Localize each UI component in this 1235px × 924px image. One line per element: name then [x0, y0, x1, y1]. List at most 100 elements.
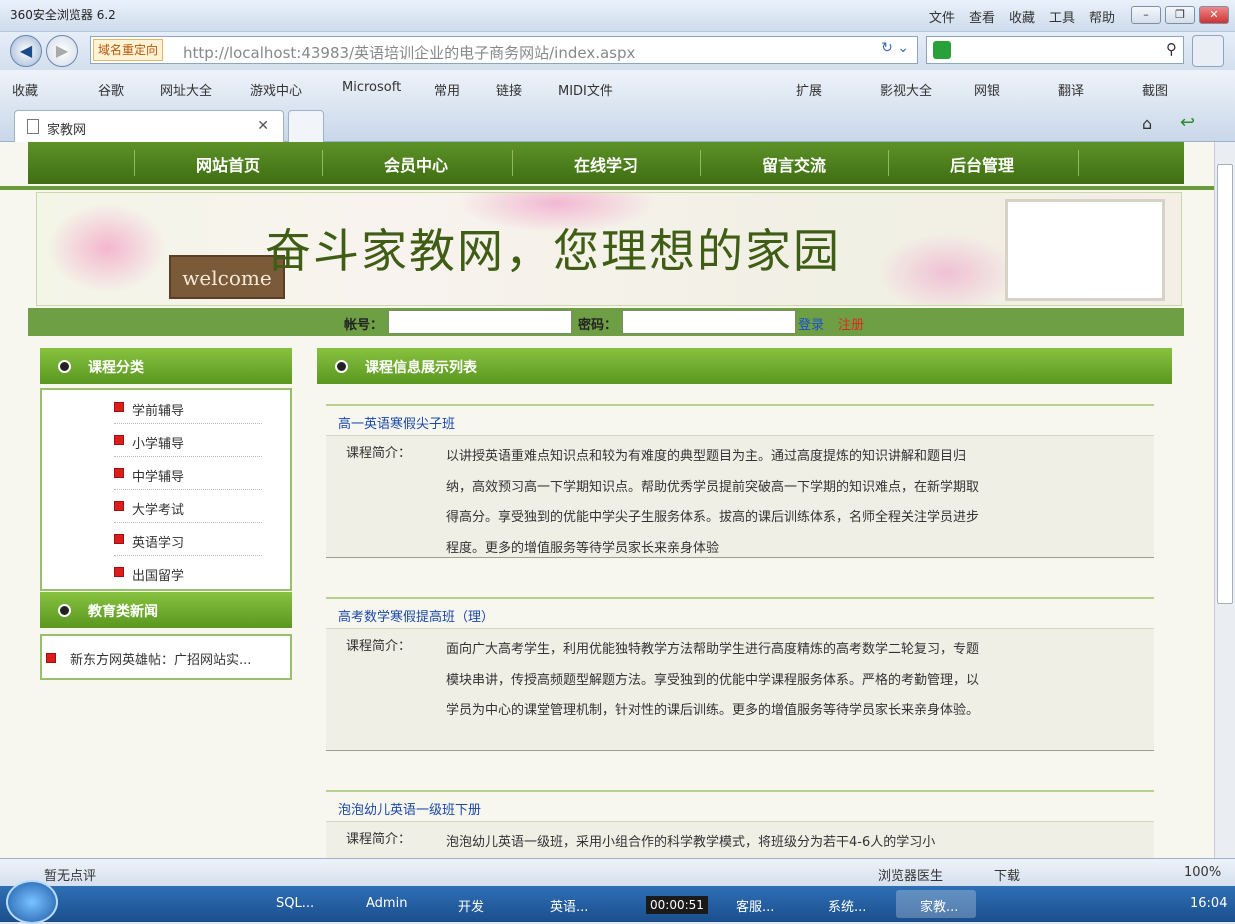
favorite-microsoft[interactable]: Microsoft	[342, 80, 401, 95]
scrollbar-thumb[interactable]	[1217, 164, 1233, 604]
menu-help[interactable]: 帮助	[1089, 7, 1115, 26]
home-icon[interactable]: ⌂	[1142, 114, 1152, 133]
course-title-link[interactable]: 泡泡幼儿英语一级班下册	[338, 799, 481, 818]
user-avatar-icon[interactable]	[1192, 35, 1224, 67]
favorite-game-center[interactable]: 游戏中心	[250, 80, 302, 99]
news-header: 教育类新闻	[40, 592, 292, 628]
password-input[interactable]	[622, 310, 796, 334]
red-square-icon	[114, 501, 124, 511]
search-icon[interactable]: ⚲	[1166, 40, 1177, 58]
favorites-collection[interactable]: 收藏	[12, 80, 38, 99]
category-title: 课程分类	[88, 360, 144, 376]
taskbar-english[interactable]: 英语...	[550, 896, 588, 915]
category-label[interactable]: 中学辅导	[132, 466, 184, 485]
taskbar-sql[interactable]: SQL...	[276, 896, 314, 911]
toolbar-bank[interactable]: 网银	[974, 80, 1000, 99]
register-link[interactable]: 注册	[838, 314, 864, 333]
url-text[interactable]: http://localhost:43983/英语培训企业的电子商务网站/ind…	[183, 42, 635, 63]
close-tab-icon[interactable]: ✕	[257, 118, 269, 134]
taskbar-system[interactable]: 系统...	[828, 896, 866, 915]
close-window-button[interactable]: ✕	[1199, 6, 1229, 24]
recording-timer: 00:00:51	[646, 896, 708, 914]
browser-doctor[interactable]: 浏览器医生	[878, 865, 943, 884]
course-desc-text: 以讲授英语重难点知识点和较为有难度的典型题目为主。通过高度提炼的知识讲解和题目归…	[446, 449, 980, 556]
category-label[interactable]: 大学考试	[132, 499, 184, 518]
menu-tools[interactable]: 工具	[1049, 7, 1075, 26]
course-desc-text: 泡泡幼儿英语一级班，采用小组合作的科学教学模式，将班级分为若干4-6人的学习小	[446, 835, 936, 850]
nav-online-learning[interactable]: 在线学习	[512, 152, 700, 176]
course-title-link[interactable]: 高一英语寒假尖子班	[338, 413, 455, 432]
flower-decoration	[47, 203, 167, 293]
favorite-links[interactable]: 链接	[496, 80, 522, 99]
page-scrollbar[interactable]	[1214, 142, 1235, 858]
login-link[interactable]: 登录	[798, 314, 824, 333]
nav-admin[interactable]: 后台管理	[888, 152, 1076, 176]
search-engine-icon[interactable]	[933, 41, 951, 59]
address-toolbar: ◀ ▶ 域名重定向 http://localhost:43983/英语培训企业的…	[0, 32, 1235, 70]
category-item[interactable]: 出国留学	[114, 557, 262, 589]
category-label[interactable]: 学前辅导	[132, 400, 184, 419]
intro-label: 课程简介：	[346, 832, 412, 847]
category-item[interactable]: 大学考试	[114, 491, 262, 523]
category-list: 学前辅导 小学辅导 中学辅导 大学考试 英语学习 出国留学	[40, 388, 292, 591]
minimize-button[interactable]: –	[1131, 6, 1161, 24]
category-item[interactable]: 学前辅导	[114, 392, 262, 424]
toolbar-extensions[interactable]: 扩展	[796, 80, 822, 99]
category-item[interactable]: 中学辅导	[114, 458, 262, 490]
comment-status[interactable]: 暂无点评	[44, 865, 96, 884]
category-item[interactable]: 英语学习	[114, 524, 262, 556]
taskbar-jiajiao[interactable]: 家教...	[920, 896, 958, 915]
nav-message-board[interactable]: 留言交流	[700, 152, 888, 176]
favorite-midi[interactable]: MIDI文件	[558, 80, 613, 99]
window-controls: – ❐ ✕	[1131, 6, 1229, 24]
favorite-google[interactable]: 谷歌	[98, 80, 124, 99]
news-item[interactable]: 新东方网英雄帖：广招网站实...	[70, 649, 251, 668]
menu-file[interactable]: 文件	[929, 7, 955, 26]
course-title-row: 高一英语寒假尖子班	[326, 404, 1154, 436]
red-square-icon	[114, 534, 124, 544]
category-label[interactable]: 出国留学	[132, 565, 184, 584]
toolbar-screenshot[interactable]: 截图	[1142, 80, 1168, 99]
maximize-button[interactable]: ❐	[1165, 6, 1195, 24]
menu-view[interactable]: 查看	[969, 7, 995, 26]
toolbar-video[interactable]: 影视大全	[880, 80, 932, 99]
start-button[interactable]	[6, 880, 58, 924]
nav-home[interactable]: 网站首页	[134, 152, 322, 176]
toolbar-translate[interactable]: 翻译	[1058, 80, 1084, 99]
favorites-bar: 收藏 谷歌 网址大全 游戏中心 Microsoft 常用 链接 MIDI文件 扩…	[0, 70, 1235, 106]
browser-menu-bar: 文件 查看 收藏 工具 帮助	[929, 7, 1115, 26]
new-tab-button[interactable]	[288, 110, 324, 142]
banner-slogan: 奋斗家教网，您理想的家园	[265, 224, 841, 278]
address-bar[interactable]: 域名重定向 http://localhost:43983/英语培训企业的电子商务…	[90, 36, 918, 64]
category-label[interactable]: 英语学习	[132, 532, 184, 551]
taskbar-service[interactable]: 客服...	[736, 896, 774, 915]
account-input[interactable]	[388, 310, 572, 334]
nav-underline	[0, 186, 1214, 190]
search-box[interactable]: ⚲	[926, 36, 1184, 64]
menu-favorites[interactable]: 收藏	[1009, 7, 1035, 26]
category-label[interactable]: 小学辅导	[132, 433, 184, 452]
nav-member-center[interactable]: 会员中心	[322, 152, 510, 176]
forward-button[interactable]: ▶	[46, 35, 78, 67]
bullet-icon	[335, 360, 348, 373]
course-list-header: 课程信息展示列表	[317, 348, 1172, 384]
taskbar-admin[interactable]: Admin	[366, 896, 407, 911]
course-title-link[interactable]: 高考数学寒假提高班（理）	[338, 606, 494, 625]
page-icon	[27, 119, 39, 134]
refresh-icon[interactable]: ↻ ⌄	[881, 40, 909, 56]
tab-jiajiao[interactable]: 家教网 ✕	[14, 110, 284, 142]
favorite-site-navigation[interactable]: 网址大全	[160, 80, 212, 99]
account-label: 帐号：	[344, 318, 384, 333]
undo-close-icon[interactable]: ↩	[1180, 112, 1195, 133]
taskbar-dev[interactable]: 开发	[458, 896, 484, 915]
favorite-common[interactable]: 常用	[434, 80, 460, 99]
zoom-level[interactable]: 100%	[1184, 865, 1221, 880]
nav-separator	[1078, 150, 1079, 176]
red-square-icon	[114, 435, 124, 445]
web-page: 网站首页 会员中心 在线学习 留言交流 后台管理 welcome 奋斗家教网，您…	[0, 142, 1214, 858]
back-button[interactable]: ◀	[10, 35, 42, 67]
download-button[interactable]: 下载	[994, 865, 1020, 884]
domain-redirect-badge[interactable]: 域名重定向	[93, 39, 164, 61]
category-item[interactable]: 小学辅导	[114, 425, 262, 457]
system-clock[interactable]: 16:04	[1190, 896, 1227, 911]
